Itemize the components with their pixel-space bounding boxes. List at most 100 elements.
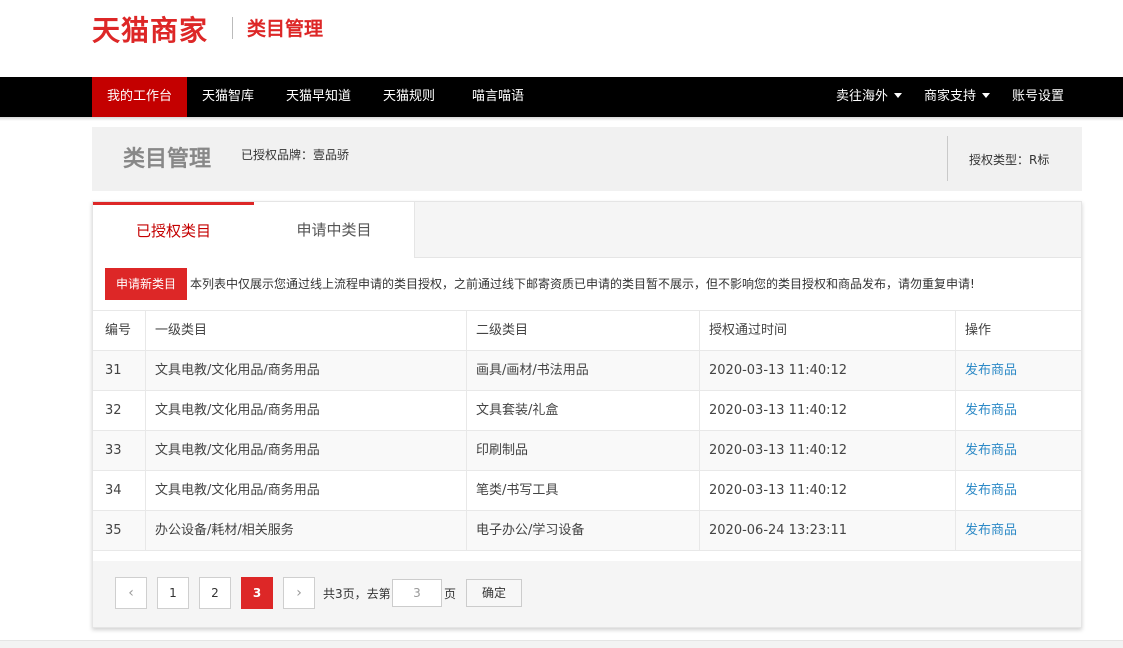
table-row: 33 文具电教/文化用品/商务用品 印刷制品 2020-03-13 11:40:… bbox=[93, 431, 1081, 471]
column-divider bbox=[699, 471, 700, 511]
nav-item-rules[interactable]: 天猫规则 bbox=[383, 77, 435, 117]
row-cat1: 文具电教/文化用品/商务用品 bbox=[155, 403, 320, 418]
row-cat2: 画具/画材/书法用品 bbox=[476, 363, 589, 378]
nav-item-account-settings[interactable]: 账号设置 bbox=[1012, 77, 1064, 117]
page-title: 类目管理 bbox=[123, 147, 212, 172]
chevron-down-icon bbox=[982, 93, 991, 98]
column-divider bbox=[145, 511, 146, 551]
tab-authorized-categories[interactable]: 已授权类目 bbox=[93, 202, 254, 259]
chevron-down-icon bbox=[894, 93, 903, 98]
page-jump-input[interactable]: 3 bbox=[392, 579, 442, 607]
header-section-title: 类目管理 bbox=[247, 18, 324, 40]
page-button-3-current[interactable]: 3 bbox=[241, 577, 273, 609]
nav-item-zaozhidao[interactable]: 天猫早知道 bbox=[286, 77, 351, 117]
prev-page-button[interactable]: ‹ bbox=[115, 577, 147, 609]
row-cat2: 电子办公/学习设备 bbox=[476, 523, 585, 538]
row-time: 2020-03-13 11:40:12 bbox=[709, 363, 848, 378]
publish-product-link[interactable]: 发布商品 bbox=[965, 471, 1017, 511]
authorized-brand: 已授权品牌：壹品骄 bbox=[241, 148, 350, 162]
publish-product-link[interactable]: 发布商品 bbox=[965, 351, 1017, 391]
notice-text: 本列表中仅展示您通过线上流程申请的类目授权，之前通过线下邮寄资质已申请的类目暂不… bbox=[190, 277, 975, 291]
tab-pending-categories[interactable]: 申请中类目 bbox=[254, 202, 415, 258]
table-row: 32 文具电教/文化用品/商务用品 文具套装/礼盒 2020-03-13 11:… bbox=[93, 391, 1081, 431]
category-panel: 已授权类目 申请中类目 申请新类目 本列表中仅展示您通过线上流程申请的类目授权，… bbox=[92, 201, 1082, 628]
row-time: 2020-03-13 11:40:12 bbox=[709, 443, 848, 458]
column-divider bbox=[699, 311, 700, 351]
nav-item-miaoyan[interactable]: 喵言喵语 bbox=[472, 77, 524, 117]
table-row: 35 办公设备/耗材/相关服务 电子办公/学习设备 2020-06-24 13:… bbox=[93, 511, 1081, 551]
row-time: 2020-06-24 13:23:11 bbox=[709, 523, 848, 538]
row-id: 34 bbox=[105, 483, 122, 498]
tmall-merchant-logo[interactable]: 天猫商家 bbox=[92, 9, 208, 49]
column-divider bbox=[145, 431, 146, 471]
row-id: 31 bbox=[105, 363, 122, 378]
nav-item-overseas[interactable]: 卖往海外 bbox=[836, 77, 903, 117]
col-header-cat1: 一级类目 bbox=[155, 323, 208, 338]
nav-item-zhiku[interactable]: 天猫智库 bbox=[202, 77, 254, 117]
column-divider bbox=[955, 511, 956, 551]
row-cat1: 文具电教/文化用品/商务用品 bbox=[155, 443, 320, 458]
col-header-action: 操作 bbox=[965, 323, 992, 338]
row-cat1: 文具电教/文化用品/商务用品 bbox=[155, 363, 320, 378]
nav-item-overseas-label: 卖往海外 bbox=[836, 89, 889, 104]
publish-product-link[interactable]: 发布商品 bbox=[965, 431, 1017, 471]
page-button-2[interactable]: 2 bbox=[199, 577, 231, 609]
row-time: 2020-03-13 11:40:12 bbox=[709, 483, 848, 498]
page-header: 天猫商家 类目管理 bbox=[0, 0, 1123, 77]
col-header-id: 编号 bbox=[105, 323, 132, 338]
nav-item-support-label: 商家支持 bbox=[924, 89, 977, 104]
publish-product-link[interactable]: 发布商品 bbox=[965, 511, 1017, 551]
apply-new-category-button[interactable]: 申请新类目 bbox=[105, 268, 187, 300]
column-divider bbox=[145, 471, 146, 511]
page-suffix-text: 页 bbox=[444, 587, 457, 601]
row-cat2: 文具套装/礼盒 bbox=[476, 403, 559, 418]
column-divider bbox=[699, 351, 700, 391]
column-divider bbox=[699, 391, 700, 431]
column-divider bbox=[466, 431, 467, 471]
column-divider bbox=[955, 391, 956, 431]
column-divider bbox=[466, 391, 467, 431]
chevron-left-icon: ‹ bbox=[128, 585, 134, 601]
table-row: 31 文具电教/文化用品/商务用品 画具/画材/书法用品 2020-03-13 … bbox=[93, 351, 1081, 391]
category-info-bar: 类目管理 已授权品牌：壹品骄 授权类型：R标 bbox=[92, 127, 1082, 191]
column-divider bbox=[955, 311, 956, 351]
column-divider bbox=[955, 471, 956, 511]
row-id: 33 bbox=[105, 443, 122, 458]
column-divider bbox=[145, 391, 146, 431]
column-divider bbox=[699, 511, 700, 551]
info-divider bbox=[947, 136, 948, 181]
row-cat2: 笔类/书写工具 bbox=[476, 483, 559, 498]
total-pages-text: 共3页，去第 bbox=[323, 587, 391, 601]
nav-shadow bbox=[0, 117, 1123, 121]
row-cat1: 办公设备/耗材/相关服务 bbox=[155, 523, 294, 538]
column-divider bbox=[466, 311, 467, 351]
table-row: 34 文具电教/文化用品/商务用品 笔类/书写工具 2020-03-13 11:… bbox=[93, 471, 1081, 511]
column-divider bbox=[466, 471, 467, 511]
row-time: 2020-03-13 11:40:12 bbox=[709, 403, 848, 418]
header-divider bbox=[232, 17, 233, 39]
nav-item-workbench[interactable]: 我的工作台 bbox=[92, 77, 187, 117]
column-divider bbox=[466, 351, 467, 391]
row-id: 35 bbox=[105, 523, 122, 538]
column-divider bbox=[145, 351, 146, 391]
tab-bar: 已授权类目 申请中类目 bbox=[93, 202, 1081, 259]
publish-product-link[interactable]: 发布商品 bbox=[965, 391, 1017, 431]
column-divider bbox=[145, 311, 146, 351]
table-header: 编号 一级类目 二级类目 授权通过时间 操作 bbox=[93, 311, 1081, 351]
page-jump-confirm-button[interactable]: 确定 bbox=[466, 579, 522, 607]
col-header-cat2: 二级类目 bbox=[476, 323, 529, 338]
column-divider bbox=[699, 431, 700, 471]
row-cat1: 文具电教/文化用品/商务用品 bbox=[155, 483, 320, 498]
column-divider bbox=[955, 431, 956, 471]
column-divider bbox=[466, 511, 467, 551]
page-footer-strip bbox=[0, 640, 1123, 648]
main-nav: 我的工作台 天猫智库 天猫早知道 天猫规则 喵言喵语 卖往海外 商家支持 账号设… bbox=[0, 77, 1123, 117]
next-page-button[interactable]: › bbox=[283, 577, 315, 609]
col-header-time: 授权通过时间 bbox=[709, 323, 788, 338]
column-divider bbox=[955, 351, 956, 391]
page-button-1[interactable]: 1 bbox=[157, 577, 189, 609]
row-id: 32 bbox=[105, 403, 122, 418]
row-cat2: 印刷制品 bbox=[476, 443, 529, 458]
nav-item-merchant-support[interactable]: 商家支持 bbox=[924, 77, 991, 117]
chevron-right-icon: › bbox=[296, 585, 302, 601]
